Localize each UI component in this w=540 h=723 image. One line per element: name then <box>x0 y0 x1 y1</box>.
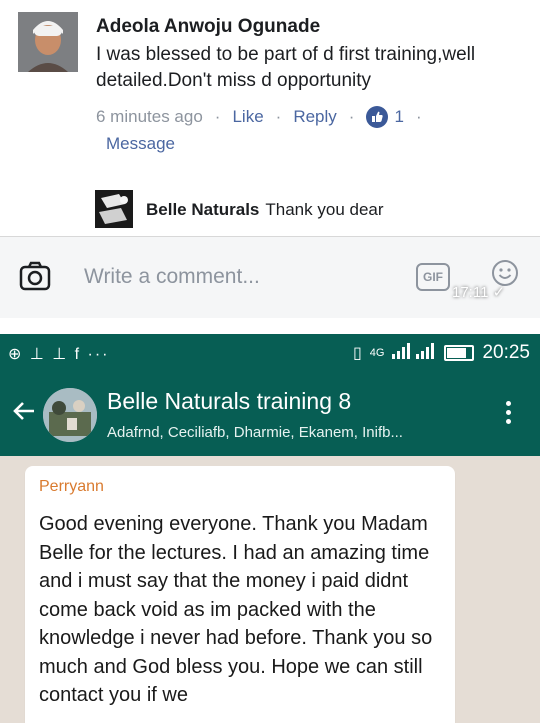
message-text: Good evening everyone. Thank you Madam B… <box>39 513 433 706</box>
group-avatar[interactable] <box>43 388 97 442</box>
comment-meta-row: 6 minutes ago · Like · Reply · 1 · <box>96 106 434 128</box>
commenter-avatar[interactable] <box>18 12 78 72</box>
status-bar: ⊕ ⊥ ⊥ f ··· ▯ 4G 20:25 <box>0 334 540 374</box>
network-type: 4G <box>369 347 385 359</box>
message-sender[interactable]: Perryann <box>39 478 104 496</box>
chat-header: Belle Naturals training 8 Adafrnd, Cecil… <box>0 374 540 456</box>
clock: 20:25 <box>482 342 530 363</box>
comment-text: I was blessed to be part of d first trai… <box>96 44 476 91</box>
overlay-time: 17:11 <box>452 284 489 301</box>
double-check-icon: ✓ <box>492 284 506 301</box>
camera-icon[interactable] <box>18 259 52 293</box>
commenter-name[interactable]: Adeola Anwoju Ogunade <box>96 16 320 38</box>
separator-dot: · <box>348 107 355 126</box>
notification-icons: ⊕ ⊥ ⊥ f ··· <box>8 346 110 363</box>
battery-icon <box>444 345 475 361</box>
more-options-icon[interactable] <box>500 398 516 432</box>
group-name[interactable]: Belle Naturals training 8 <box>107 388 351 415</box>
signal-icon <box>392 342 436 364</box>
thumbs-up-icon[interactable] <box>366 106 389 128</box>
reply-line: Belle Naturals Thank you dear <box>146 200 384 220</box>
separator-dot: · <box>275 107 282 126</box>
timestamp-overlay: 17:11 ✓ <box>452 283 505 301</box>
chat-area: Perryann Good evening everyone. Thank yo… <box>0 456 540 723</box>
group-members[interactable]: Adafrnd, Ceciliafb, Dharmie, Ekanem, Ini… <box>107 424 403 441</box>
comment-input-bar: Write a comment... GIF 17:11 ✓ <box>0 237 540 318</box>
message-link[interactable]: Message <box>106 134 175 154</box>
message-bubble[interactable]: Perryann Good evening everyone. Thank yo… <box>25 466 455 723</box>
status-right: ▯ 4G 20:25 <box>353 342 530 364</box>
page-avatar[interactable] <box>95 190 133 228</box>
comment-input[interactable]: Write a comment... <box>84 265 260 289</box>
vibrate-icon: ▯ <box>352 345 362 362</box>
gif-icon[interactable]: GIF <box>416 263 450 291</box>
reply-link[interactable]: Reply <box>293 107 336 127</box>
comment-time: 6 minutes ago <box>96 107 203 126</box>
separator-dot: · <box>415 107 422 126</box>
back-arrow-icon[interactable] <box>10 396 38 426</box>
facebook-comment-section: Adeola Anwoju Ogunade I was blessed to b… <box>0 0 540 318</box>
like-count[interactable]: 1 <box>394 107 403 127</box>
separator-dot: · <box>214 107 221 126</box>
like-link[interactable]: Like <box>232 107 263 127</box>
reply-author[interactable]: Belle Naturals <box>146 200 259 219</box>
reply-text: Thank you dear <box>265 200 384 219</box>
